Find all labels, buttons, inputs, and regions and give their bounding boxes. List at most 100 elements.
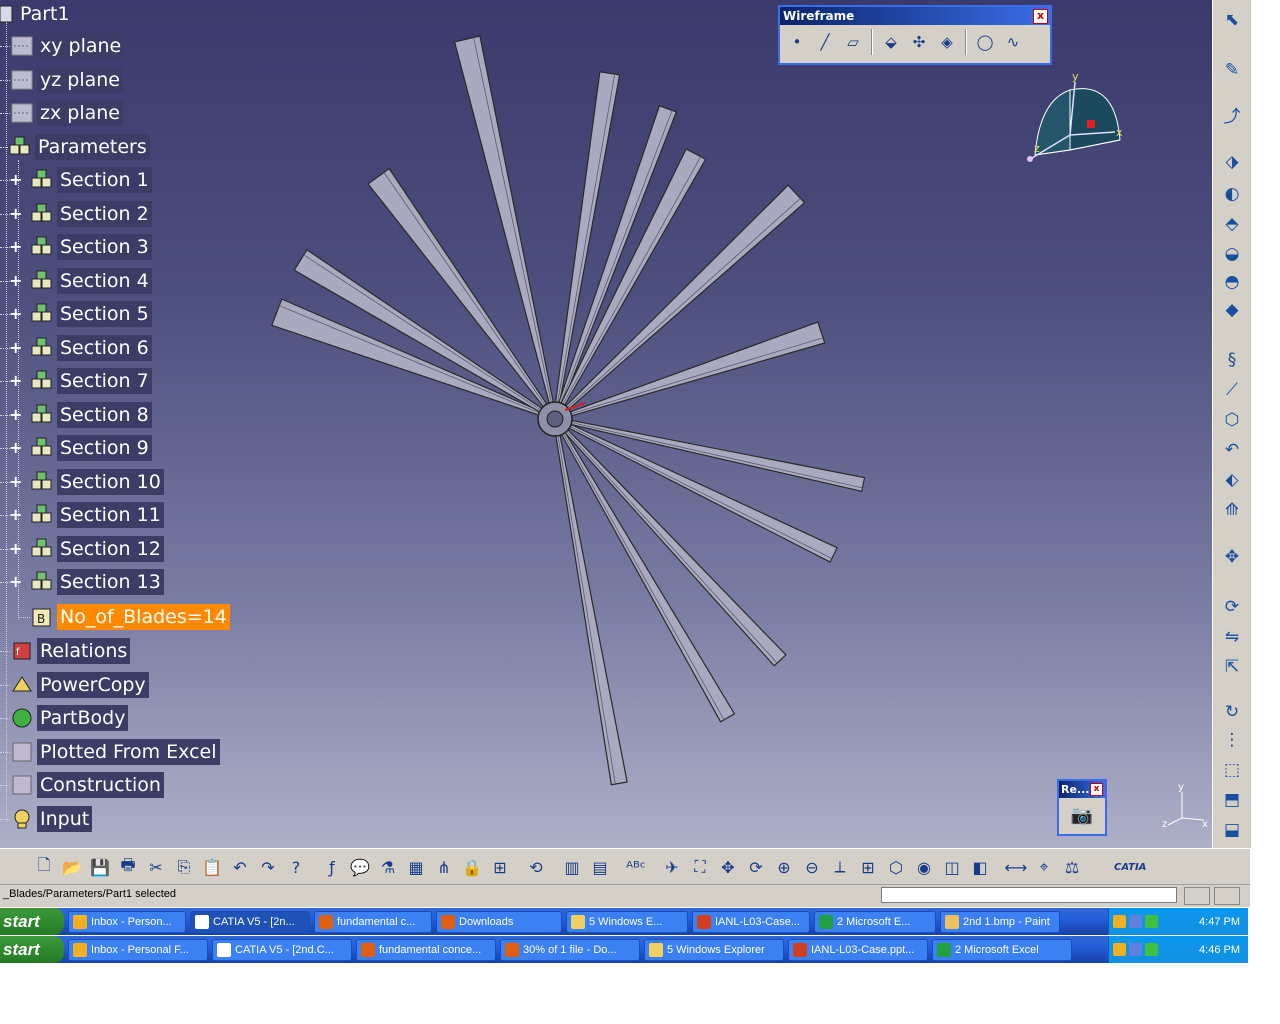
taskbar-button[interactable]: 30% of 1 file - Do...	[500, 938, 640, 961]
taskbar-button[interactable]: Inbox - Personal F...	[68, 938, 208, 961]
expand-icon[interactable]: +	[9, 339, 22, 356]
sweep-icon[interactable]: ⬘	[1220, 212, 1244, 236]
taskbar-button[interactable]: Inbox - Person...	[68, 910, 186, 933]
tree-node-powercopy[interactable]: PowerCopy	[0, 671, 149, 699]
parallel-curve-icon[interactable]: ◈	[934, 28, 960, 56]
tree-node-parameters[interactable]: Parameters	[0, 133, 150, 161]
tree-node-construction[interactable]: Construction	[0, 771, 164, 799]
tray-icon[interactable]	[1129, 915, 1142, 928]
expand-icon[interactable]: +	[9, 172, 22, 188]
tree-node-section-12[interactable]: + Section 12	[0, 535, 164, 563]
tray-icon[interactable]	[1113, 943, 1126, 956]
extract-icon[interactable]: ⬖	[1220, 468, 1244, 492]
fillet-icon[interactable]: ⟰	[1220, 498, 1244, 522]
rotate-view-icon[interactable]: ⟳	[742, 853, 770, 881]
wireframe-close-button[interactable]: x	[1033, 9, 1048, 24]
expand-icon[interactable]: +	[9, 473, 22, 490]
multi-view-icon[interactable]: ⊞	[854, 853, 882, 881]
expand-icon[interactable]: +	[9, 306, 22, 322]
save-icon[interactable]: 💾	[86, 853, 114, 881]
expand-icon[interactable]: +	[9, 440, 22, 456]
select-icon[interactable]: ⬉	[1220, 8, 1244, 32]
tree-node-section-6[interactable]: + Section 6	[0, 334, 152, 362]
blend-icon[interactable]: ◆	[1220, 298, 1244, 322]
measure-icon[interactable]: ⬓	[1220, 818, 1244, 842]
3d-viewport[interactable]: Part1 Parameters B No_of_Blades=14 xy pl…	[0, 0, 1212, 848]
intersection-icon[interactable]: ✣	[906, 28, 932, 56]
camera-icon[interactable]: 📷	[1071, 805, 1093, 826]
tree-node-plotted-from-excel[interactable]: Plotted From Excel	[0, 738, 220, 766]
tray-icon[interactable]	[1129, 943, 1142, 956]
whats-this-icon[interactable]: ?	[282, 853, 310, 881]
scaling-icon[interactable]: ⇱	[1220, 655, 1244, 679]
taskbar-button[interactable]: CATIA V5 - [2nd.C...	[212, 938, 352, 961]
fly-icon[interactable]: ✈	[658, 853, 686, 881]
recorder-toolbar[interactable]: Re... x 📷	[1057, 779, 1107, 836]
paste-icon[interactable]: 📋	[198, 853, 226, 881]
spell-icon[interactable]: ᴬᴮᶜ	[622, 853, 650, 881]
start-button[interactable]: start	[0, 908, 64, 935]
spline-icon[interactable]: ∿	[1000, 28, 1026, 56]
command-input[interactable]	[881, 887, 1177, 903]
comment-icon[interactable]: 💬	[346, 853, 374, 881]
compass-widget[interactable]: y x z	[1020, 70, 1130, 170]
undo-icon[interactable]: ↶	[226, 853, 254, 881]
projection-icon[interactable]: ⬙	[878, 28, 904, 56]
extrude-icon[interactable]: ⬗	[1220, 150, 1244, 174]
tray-icon[interactable]	[1145, 943, 1158, 956]
taskbar-button[interactable]: fundamental c...	[314, 910, 432, 933]
hide-show-icon[interactable]: ◫	[938, 853, 966, 881]
expand-icon[interactable]: +	[9, 406, 22, 423]
tree-node-section-1[interactable]: + Section 1	[0, 166, 152, 194]
datum-icon[interactable]: ⬚	[1220, 758, 1244, 782]
tree-node-plane-2[interactable]: yz plane	[0, 66, 123, 94]
split-icon[interactable]: ⟋	[1220, 378, 1244, 402]
expand-icon[interactable]: +	[9, 272, 22, 289]
taskbar-button[interactable]: 2 Microsoft Excel	[932, 938, 1072, 961]
point-icon[interactable]: •	[784, 28, 810, 56]
zoom-out-icon[interactable]: ⊖	[798, 853, 826, 881]
measure-between-icon[interactable]: ⟷	[1002, 853, 1030, 881]
analysis-icon[interactable]: ▤	[586, 853, 614, 881]
tree-node-section-5[interactable]: + Section 5	[0, 300, 152, 328]
print-icon[interactable]: 🖶	[114, 853, 142, 881]
tree-node-no-of-blades[interactable]: B No_of_Blades=14	[18, 603, 230, 631]
mass-icon[interactable]: ⚖	[1058, 853, 1086, 881]
boundary-icon[interactable]: ↶	[1220, 438, 1244, 462]
status-button-2[interactable]	[1214, 887, 1240, 905]
blade[interactable]	[270, 298, 544, 417]
taskbar-button[interactable]: 5 Windows Explorer	[644, 938, 784, 961]
trim-icon[interactable]: ⬡	[1220, 408, 1244, 432]
rotate-icon[interactable]: ⟳	[1220, 595, 1244, 619]
catalog-icon[interactable]: ▥	[558, 853, 586, 881]
fit-all-icon[interactable]: ⛶	[686, 853, 714, 881]
tree-node-section-2[interactable]: + Section 2	[0, 200, 152, 228]
expand-icon[interactable]: +	[9, 540, 22, 557]
redo-icon[interactable]: ↷	[254, 853, 282, 881]
tree-node-section-8[interactable]: + Section 8	[0, 401, 152, 429]
fill-icon[interactable]: ◒	[1220, 242, 1244, 266]
tree-node-input[interactable]: Input	[0, 805, 93, 833]
table-icon[interactable]: ▦	[402, 853, 430, 881]
line-icon[interactable]: ╱	[812, 28, 838, 56]
loft-icon[interactable]: ◓	[1220, 270, 1244, 294]
measure-item-icon[interactable]: ⌖	[1030, 853, 1058, 881]
tray-icon[interactable]	[1113, 915, 1126, 928]
pan-icon[interactable]: ✥	[714, 853, 742, 881]
tree-node-section-4[interactable]: + Section 4	[0, 267, 152, 295]
normal-view-icon[interactable]: ⟂	[826, 853, 854, 881]
iso-view-icon[interactable]: ⬡	[882, 853, 910, 881]
new-icon[interactable]: 🗋	[30, 853, 58, 881]
wireframe-toolbar[interactable]: Wireframe x • ╱ ▱ ⬙ ✣ ◈ ◯ ∿	[778, 5, 1052, 65]
tree-node-plane-1[interactable]: xy plane	[0, 32, 125, 60]
expand-icon[interactable]: +	[9, 239, 22, 255]
status-button-1[interactable]	[1184, 887, 1210, 905]
taskbar-button[interactable]: IANL-L03-Case...	[692, 910, 810, 933]
copy-icon[interactable]: ⎘	[170, 853, 198, 881]
expand-icon[interactable]: +	[9, 205, 22, 222]
expand-icon[interactable]: +	[9, 507, 22, 523]
expand-icon[interactable]: +	[9, 373, 22, 389]
tree-icon[interactable]: ⋔	[430, 853, 458, 881]
taskbar-button[interactable]: 2 Microsoft E...	[814, 910, 936, 933]
tree-node-section-3[interactable]: + Section 3	[0, 233, 152, 261]
